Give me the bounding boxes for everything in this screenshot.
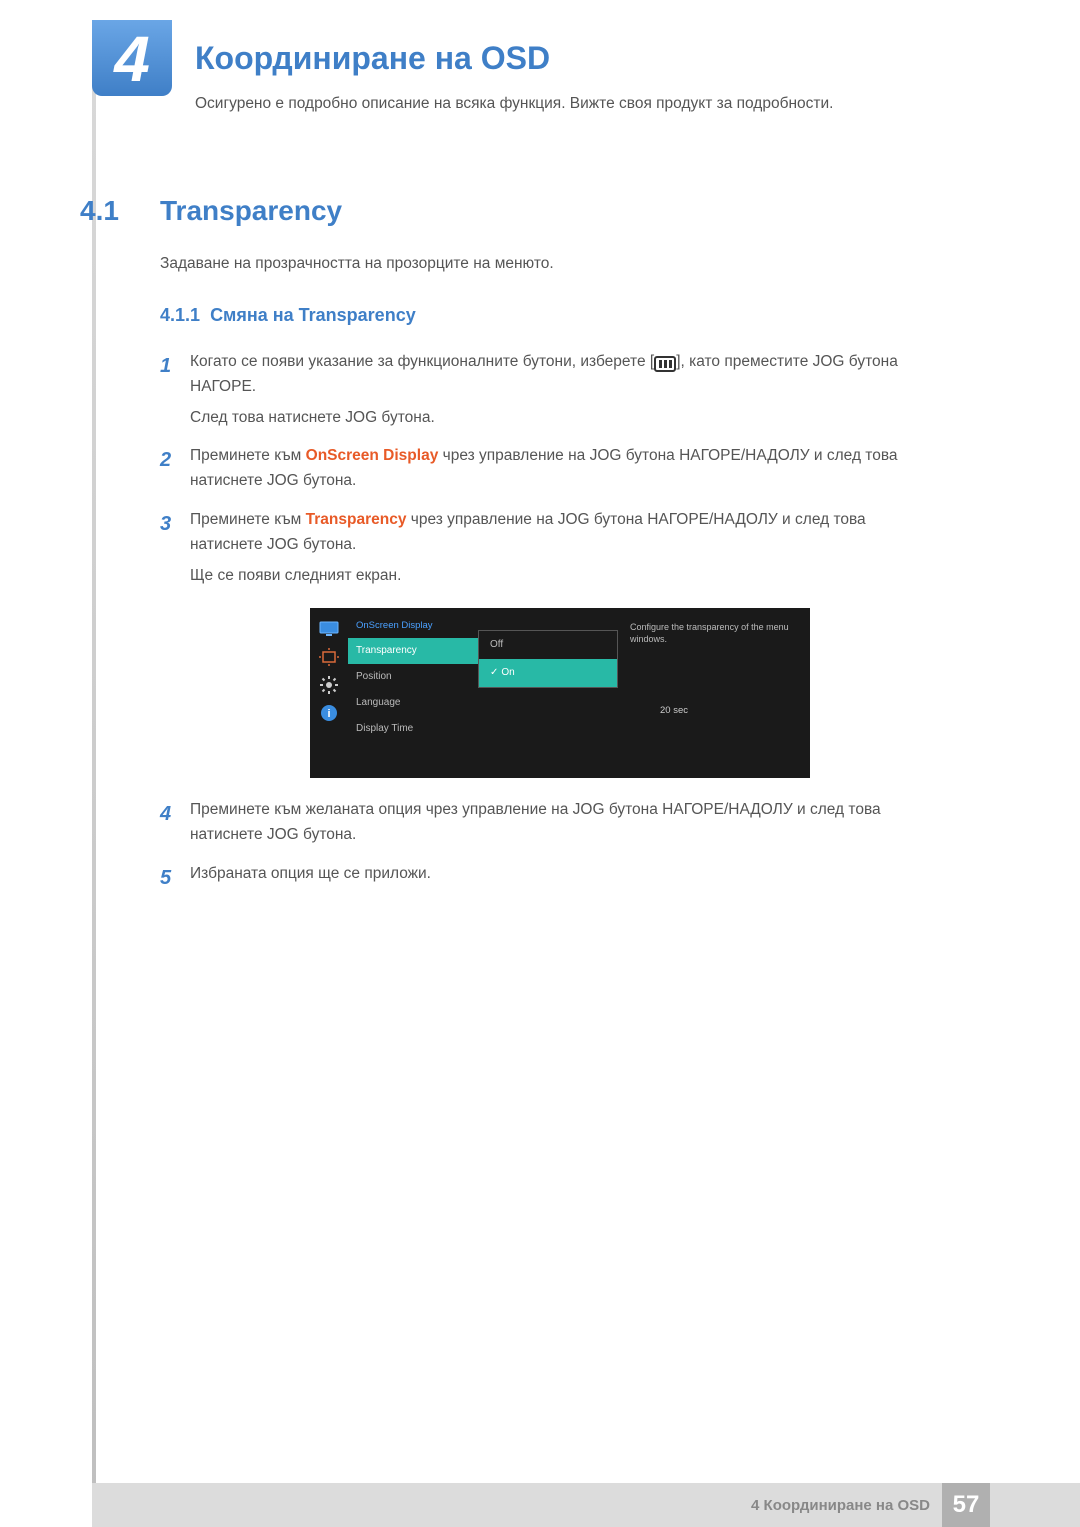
step-number: 5	[160, 862, 190, 894]
osd-option-off: Off	[479, 631, 617, 659]
osd-menu-column: OnScreen Display Transparency Position L…	[348, 608, 478, 778]
osd-row-position: Position	[348, 664, 478, 690]
footer-bar: 4 Координиране на OSD 57	[92, 1483, 1080, 1527]
section-title: Transparency	[160, 195, 342, 227]
step-extra: След това натиснете JOG бутона.	[190, 406, 930, 431]
resize-icon	[318, 648, 340, 666]
step-4: 4 Преминете към желаната опция чрез упра…	[160, 798, 930, 848]
gear-icon	[318, 676, 340, 694]
chapter-description: Осигурено е подробно описание на всяка ф…	[195, 95, 833, 113]
osd-row-display-time: Display Time	[348, 716, 478, 742]
osd-display-time-value: 20 sec	[660, 703, 688, 718]
highlight-text: OnScreen Display	[306, 447, 439, 464]
highlight-text: Transparency	[306, 511, 407, 528]
osd-heading: OnScreen Display	[348, 616, 478, 637]
subsection-title: Смяна на Transparency	[210, 305, 416, 325]
step-body: Преминете към Transparency чрез управлен…	[190, 508, 930, 798]
section-number: 4.1	[80, 195, 119, 227]
osd-options-column: Off ✓On	[478, 608, 618, 778]
step-body: Преминете към OnScreen Display чрез упра…	[190, 444, 930, 494]
step-extra: Ще се появи следният екран.	[190, 564, 930, 589]
osd-help-text: Configure the transparency of the menu w…	[618, 608, 810, 778]
left-margin-stripe	[92, 20, 96, 1500]
chapter-title: Координиране на OSD	[195, 40, 550, 77]
step-body: Избраната опция ще се приложи.	[190, 862, 930, 894]
svg-text:i: i	[327, 708, 330, 720]
footer-chapter-label: 4 Координиране на OSD	[751, 1497, 930, 1514]
chapter-number-badge: 4	[92, 20, 172, 96]
footer-page-number: 57	[942, 1483, 990, 1527]
osd-row-language: Language	[348, 690, 478, 716]
subsection-number: 4.1.1	[160, 305, 200, 325]
step-3: 3 Преминете към Transparency чрез управл…	[160, 508, 930, 798]
osd-mock-screen: i OnScreen Display Transparency Position…	[310, 608, 810, 778]
step-5: 5 Избраната опция ще се приложи.	[160, 862, 930, 894]
section-description: Задаване на прозрачността на прозорците …	[160, 255, 554, 273]
monitor-icon	[318, 620, 340, 638]
step-body: Когато се появи указание за функционални…	[190, 350, 930, 430]
check-icon: ✓	[490, 667, 498, 678]
step-1: 1 Когато се появи указание за функционал…	[160, 350, 930, 430]
step-2: 2 Преминете към OnScreen Display чрез уп…	[160, 444, 930, 494]
step-body: Преминете към желаната опция чрез управл…	[190, 798, 930, 848]
info-icon: i	[318, 704, 340, 722]
step-number: 2	[160, 444, 190, 494]
osd-row-transparency: Transparency	[348, 638, 478, 664]
menu-icon	[654, 356, 676, 372]
subsection-heading: 4.1.1 Смяна на Transparency	[160, 305, 416, 326]
osd-option-on: ✓On	[479, 659, 617, 687]
step-number: 3	[160, 508, 190, 798]
osd-sidebar-icons: i	[310, 608, 348, 778]
step-number: 1	[160, 350, 190, 430]
step-number: 4	[160, 798, 190, 848]
